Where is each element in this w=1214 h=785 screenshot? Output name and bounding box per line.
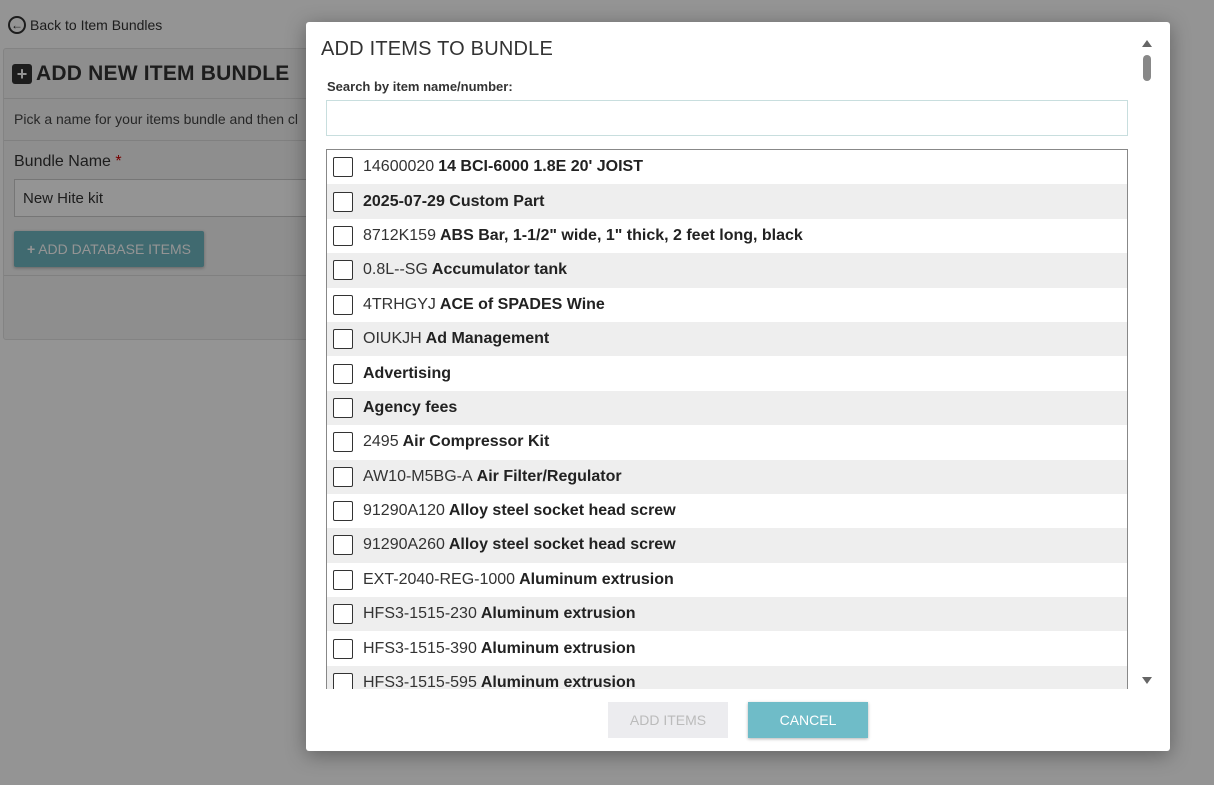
item-name: Advertising <box>363 364 452 382</box>
item-checkbox[interactable] <box>333 363 353 384</box>
item-name: Air Compressor Kit <box>402 433 550 451</box>
item-checkbox[interactable] <box>333 501 353 522</box>
item-checkbox[interactable] <box>333 569 353 590</box>
list-item[interactable]: HFS3-1515-390 Aluminum extrusion <box>327 631 1127 666</box>
list-item[interactable]: OIUKJH Ad Management <box>327 321 1127 357</box>
item-checkbox[interactable] <box>333 397 353 418</box>
modal-scrollbar[interactable] <box>1142 40 1152 688</box>
search-input[interactable] <box>326 100 1128 136</box>
list-item[interactable]: 2495 Air Compressor Kit <box>327 425 1127 460</box>
item-checkbox[interactable] <box>333 535 353 556</box>
item-name: Aluminum extrusion <box>480 674 636 689</box>
modal-title: ADD ITEMS TO BUNDLE <box>321 38 553 60</box>
item-checkbox[interactable] <box>333 466 353 487</box>
add-items-button[interactable]: ADD ITEMS <box>608 702 728 738</box>
list-item[interactable]: 14600020 14 BCI-6000 1.8E 20' JOIST <box>327 150 1127 185</box>
list-item[interactable]: Advertising <box>327 356 1127 391</box>
item-number: EXT-2040-REG-1000 <box>363 570 516 588</box>
item-name: Aluminum extrusion <box>519 570 674 588</box>
item-checkbox[interactable] <box>333 225 353 246</box>
item-checkbox[interactable] <box>333 260 353 281</box>
item-number: OIUKJH <box>363 330 422 348</box>
item-number: AW10-M5BG-A <box>363 467 473 485</box>
item-number: 91290A260 <box>363 536 445 554</box>
item-name: Aluminum extrusion <box>480 639 636 657</box>
item-number: 0.8L--SG <box>363 261 428 279</box>
search-label: Search by item name/number: <box>327 79 513 94</box>
scroll-down-arrow-icon[interactable] <box>1142 677 1152 684</box>
item-name: Ad Management <box>425 330 550 348</box>
list-item[interactable]: 4TRHGYJ ACE of SPADES Wine <box>327 287 1127 322</box>
list-item[interactable]: 8712K159 ABS Bar, 1-1/2" wide, 1" thick, … <box>327 218 1127 254</box>
items-list: 14600020 14 BCI-6000 1.8E 20' JOIST 2025-0… <box>326 149 1128 689</box>
list-item[interactable]: EXT-2040-REG-1000 Aluminum extrusion <box>327 562 1127 598</box>
item-name: ABS Bar, 1-1/2" wide, 1" thick, 2 feet l… <box>439 226 803 244</box>
item-name: ACE of SPADES Wine <box>439 295 605 313</box>
list-item[interactable]: HFS3-1515-230 Aluminum extrusion <box>327 597 1127 632</box>
item-name: Alloy steel socket head screw <box>448 502 676 520</box>
item-name: Air Filter/Regulator <box>476 467 622 485</box>
item-name: 14 BCI-6000 1.8E 20' JOIST <box>438 158 643 176</box>
item-number: 91290A120 <box>363 502 445 520</box>
item-name: Alloy steel socket head screw <box>448 536 676 554</box>
item-number: HFS3-1515-390 <box>363 639 477 657</box>
item-checkbox[interactable] <box>333 191 353 212</box>
list-item[interactable]: 91290A120 Alloy steel socket head screw <box>327 493 1127 529</box>
scroll-up-arrow-icon[interactable] <box>1142 40 1152 47</box>
item-name: Aluminum extrusion <box>480 605 636 623</box>
item-name: Accumulator tank <box>431 261 568 279</box>
add-items-modal: ADD ITEMS TO BUNDLE Search by item name/… <box>306 22 1170 751</box>
list-item[interactable]: AW10-M5BG-A Air Filter/Regulator <box>327 459 1127 494</box>
list-item[interactable]: Agency fees <box>327 390 1127 426</box>
list-item[interactable]: 91290A260 Alloy steel socket head screw <box>327 528 1127 563</box>
item-name: Agency fees <box>363 398 458 416</box>
item-checkbox[interactable] <box>333 673 353 689</box>
item-checkbox[interactable] <box>333 294 353 315</box>
item-number: HFS3-1515-230 <box>363 605 477 623</box>
item-checkbox[interactable] <box>333 604 353 625</box>
item-number: HFS3-1515-595 <box>363 674 477 689</box>
item-checkbox[interactable] <box>333 432 353 453</box>
item-name: 2025-07-29 Custom Part <box>363 192 545 210</box>
scroll-thumb[interactable] <box>1143 55 1151 81</box>
item-number: 4TRHGYJ <box>363 295 436 313</box>
item-number: 2495 <box>363 433 399 451</box>
item-checkbox[interactable] <box>333 638 353 659</box>
item-number: 8712K159 <box>363 226 436 244</box>
cancel-button[interactable]: CANCEL <box>748 702 868 738</box>
item-number: 14600020 <box>363 158 435 176</box>
item-checkbox[interactable] <box>333 329 353 350</box>
list-item[interactable]: HFS3-1515-595 Aluminum extrusion <box>327 665 1127 689</box>
list-item[interactable]: 0.8L--SG Accumulator tank <box>327 253 1127 288</box>
list-item[interactable]: 2025-07-29 Custom Part <box>327 184 1127 219</box>
item-checkbox[interactable] <box>333 157 353 178</box>
